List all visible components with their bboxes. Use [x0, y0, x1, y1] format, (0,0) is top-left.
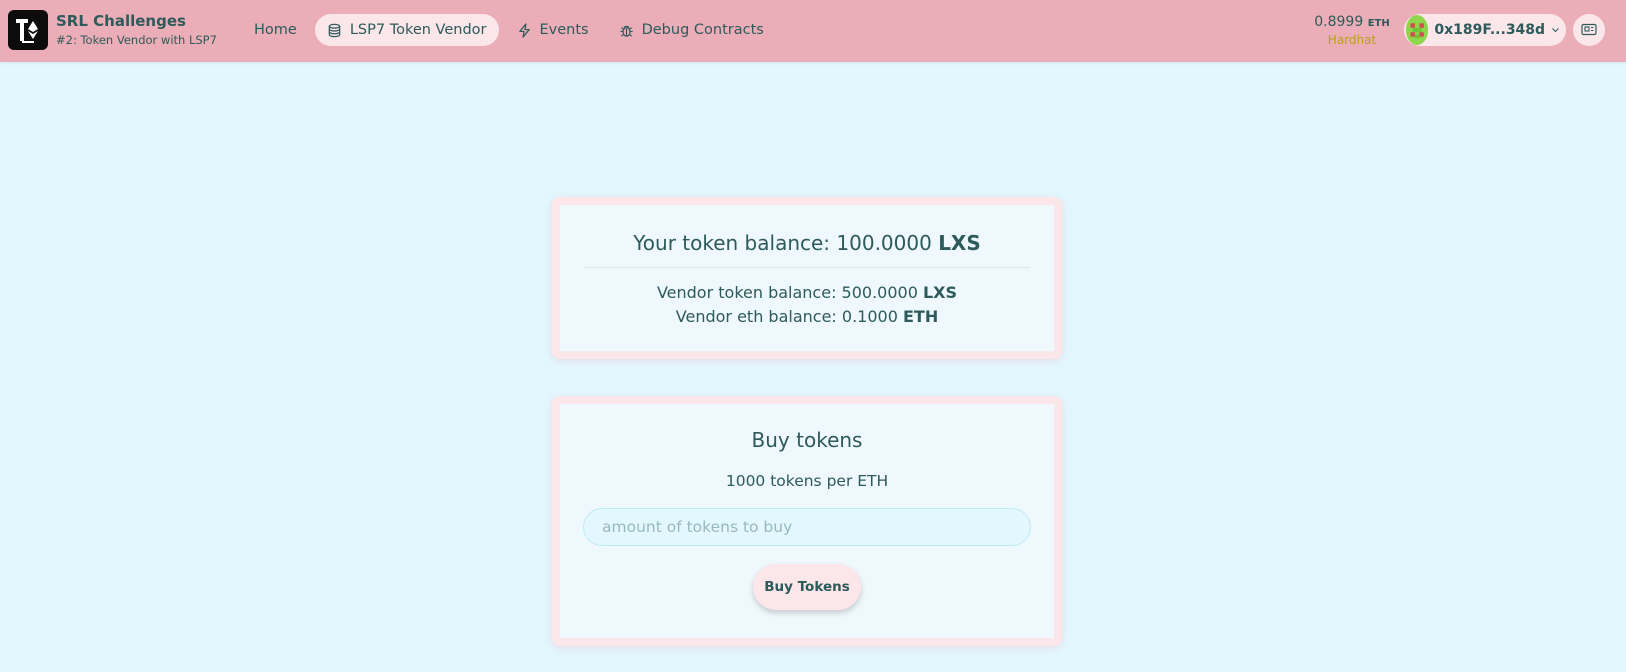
vendor-eth-unit: ETH: [902, 307, 939, 326]
brand-title: SRL Challenges: [56, 12, 186, 30]
brand: SRL Challenges #2: Token Vendor with LSP…: [56, 12, 217, 48]
nav-home-label: Home: [254, 22, 297, 38]
main-nav: Home LSP7 Token Vendor Events Debug Cont…: [242, 14, 776, 46]
vendor-eth-balance: Vendor eth balance: 0.1000 ETH: [560, 305, 1054, 329]
balances-card: Your token balance: 100.0000 LXS Vendor …: [552, 197, 1062, 359]
nav-debug-contracts[interactable]: Debug Contracts: [607, 14, 776, 46]
app-logo[interactable]: [8, 10, 48, 50]
your-balance-text: Your token balance: 100.0000: [633, 231, 932, 255]
network-name: Hardhat: [1327, 33, 1377, 47]
nav-events-label: Events: [539, 22, 589, 38]
qr-code-button[interactable]: [1573, 14, 1605, 46]
buy-tokens-card: Buy tokens 1000 tokens per ETH Buy Token…: [552, 396, 1062, 646]
account-address: 0x189F...348d: [1434, 22, 1546, 38]
nav-home[interactable]: Home: [242, 14, 309, 46]
nav-events[interactable]: Events: [505, 14, 601, 46]
your-balance-unit: LXS: [938, 231, 981, 255]
buy-tokens-button[interactable]: Buy Tokens: [753, 564, 861, 610]
wallet-balance: 0.8999 ETH Hardhat: [1312, 13, 1392, 47]
qr-code-icon: [1581, 23, 1597, 36]
logo-icon: [16, 19, 38, 43]
nav-debug-label: Debug Contracts: [641, 22, 764, 38]
your-token-balance: Your token balance: 100.0000 LXS: [560, 205, 1054, 267]
buy-title: Buy tokens: [751, 428, 863, 452]
vendor-token-balance: Vendor token balance: 500.0000 LXS: [560, 281, 1054, 305]
bug-icon: [620, 25, 633, 37]
top-header: SRL Challenges #2: Token Vendor with LSP…: [0, 0, 1626, 62]
vendor-eth-text: Vendor eth balance: 0.1000: [675, 307, 898, 326]
vendor-token-unit: LXS: [922, 283, 958, 302]
amount-input[interactable]: [583, 508, 1031, 546]
coins-icon: [328, 23, 341, 37]
balance-unit: ETH: [1367, 18, 1390, 29]
bolt-icon: [518, 22, 530, 38]
balance-value: 0.8999: [1314, 14, 1364, 30]
brand-subtitle: #2: Token Vendor with LSP7: [56, 33, 217, 47]
nav-lsp7-label: LSP7 Token Vendor: [349, 22, 487, 38]
token-rate: 1000 tokens per ETH: [725, 472, 889, 490]
chevron-down-icon: [1552, 28, 1559, 33]
blockie-avatar-icon: [1406, 18, 1429, 42]
account-dropdown[interactable]: 0x189F...348d: [1404, 14, 1566, 46]
nav-lsp7-token-vendor[interactable]: LSP7 Token Vendor: [314, 14, 499, 46]
vendor-token-text: Vendor token balance: 500.0000: [656, 283, 918, 302]
avatar: [1406, 15, 1429, 45]
